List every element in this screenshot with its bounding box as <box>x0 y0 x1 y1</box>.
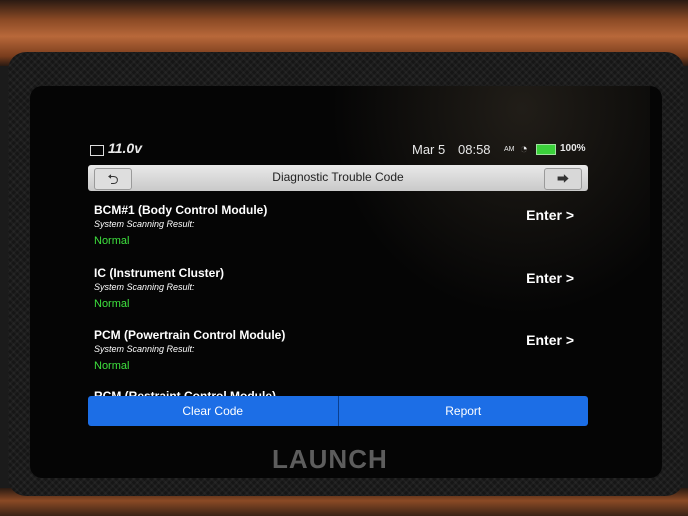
scan-result: Normal <box>94 298 130 310</box>
module-item-ic[interactable]: IC (Instrument Cluster) System Scanning … <box>94 266 574 310</box>
enter-button[interactable]: Enter > <box>526 207 574 223</box>
report-button[interactable]: Report <box>338 396 588 426</box>
module-name: BCM#1 (Body Control Module) <box>94 203 268 217</box>
scan-result: Normal <box>94 360 130 372</box>
enter-button[interactable]: Enter > <box>526 270 574 286</box>
brand-logo: LAUNCH <box>272 444 388 474</box>
scan-result: Normal <box>94 235 130 247</box>
device-screen: 11.0v Mar 5 08:58 AM ◔ 100% ⮌ Diagnostic… <box>30 86 662 478</box>
module-name: PCM (Powertrain Control Module) <box>94 328 286 342</box>
module-item-bcm[interactable]: BCM#1 (Body Control Module) System Scann… <box>94 203 574 247</box>
module-item-pcm[interactable]: PCM (Powertrain Control Module) System S… <box>94 328 574 372</box>
scan-result-label: System Scanning Result: <box>94 344 195 354</box>
module-name: IC (Instrument Cluster) <box>94 266 225 280</box>
clear-code-button[interactable]: Clear Code <box>88 396 338 426</box>
scan-result-label: System Scanning Result: <box>94 219 195 229</box>
enter-button[interactable]: Enter > <box>526 332 574 348</box>
action-bar: Clear Code Report <box>88 396 588 426</box>
scan-result-label: System Scanning Result: <box>94 282 195 292</box>
